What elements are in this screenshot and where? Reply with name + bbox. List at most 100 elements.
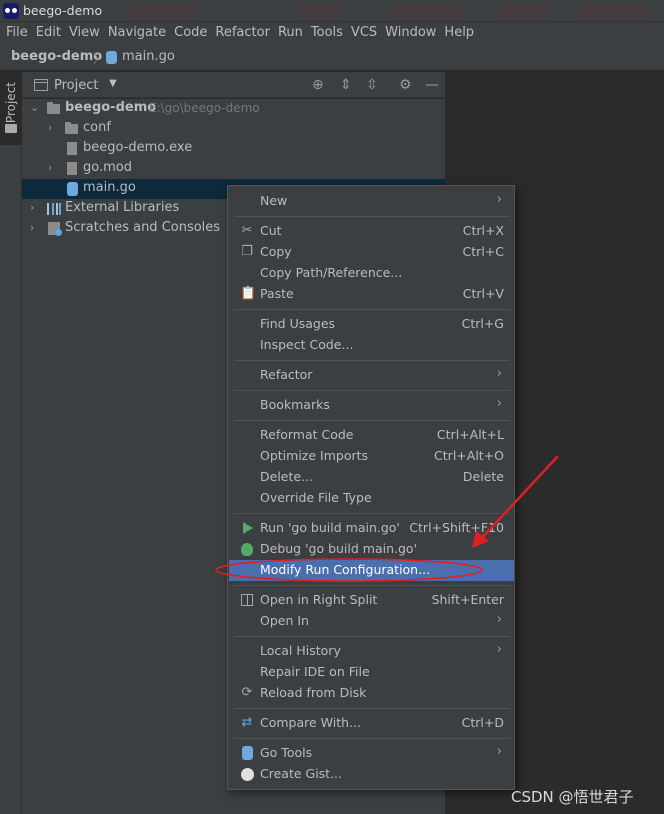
project-tool-tab[interactable]: Project [0, 72, 22, 145]
menu-help[interactable]: Help [440, 22, 478, 44]
project-tool-label: Project [4, 82, 18, 124]
breadcrumb-separator: 〉 [93, 52, 107, 67]
menu-code[interactable]: Code [170, 22, 211, 44]
folder-icon [47, 102, 60, 114]
menu-item-override-file-type[interactable]: Override File Type [229, 488, 514, 509]
menu-item-local-history[interactable]: Local History › [229, 641, 514, 662]
menu-item-shortcut: Ctrl+X [462, 223, 504, 238]
breadcrumb-project[interactable]: beego-demo [11, 49, 102, 64]
breadcrumb-file[interactable]: main.go [122, 49, 175, 64]
menu-separator [234, 513, 510, 514]
menu-item-repair-ide[interactable]: Repair IDE on File [229, 662, 514, 683]
menu-item-label: Reload from Disk [260, 685, 367, 700]
menu-item-copy[interactable]: ❐ Copy Ctrl+C [229, 242, 514, 263]
menu-item-label: Open In [260, 613, 309, 628]
libraries-icon [47, 203, 61, 215]
blurred-tab [580, 3, 650, 19]
submenu-arrow-icon: › [496, 642, 502, 657]
gopher-icon [242, 746, 253, 760]
menu-separator [234, 636, 510, 637]
menu-item-inspect-code[interactable]: Inspect Code... [229, 335, 514, 356]
menu-item-shortcut: Ctrl+Shift+F10 [409, 520, 504, 535]
menu-tools[interactable]: Tools [307, 22, 347, 44]
menu-item-reformat-code[interactable]: Reformat Code Ctrl+Alt+L [229, 425, 514, 446]
reload-icon: ⟳ [241, 685, 253, 700]
tree-label: beego-demo [65, 100, 157, 115]
menu-item-label: Refactor [260, 367, 313, 382]
panel-title[interactable]: Project [54, 78, 98, 93]
menu-item-bookmarks[interactable]: Bookmarks › [229, 395, 514, 416]
tree-item-beego-demo-exe[interactable]: beego-demo.exe [22, 139, 445, 159]
tree-item-conf[interactable]: › conf [22, 119, 445, 139]
menu-view[interactable]: View [65, 22, 104, 44]
menu-item-find-usages[interactable]: Find Usages Ctrl+G [229, 314, 514, 335]
menu-item-go-tools[interactable]: Go Tools › [229, 743, 514, 764]
menu-item-label: Paste [260, 286, 294, 301]
folder-icon [5, 124, 17, 133]
menu-window[interactable]: Window [381, 22, 440, 44]
menu-navigate[interactable]: Navigate [104, 22, 170, 44]
menu-item-modify-run-configuration[interactable]: Modify Run Configuration... [229, 560, 514, 581]
tree-label: External Libraries [65, 200, 180, 215]
menu-item-label: Inspect Code... [260, 337, 354, 352]
folder-icon [65, 122, 78, 134]
copy-icon: ❐ [241, 244, 253, 259]
menu-item-label: Reformat Code [260, 427, 354, 442]
locate-icon[interactable]: ⊕ [312, 77, 324, 93]
menu-item-compare-with[interactable]: ⇄ Compare With... Ctrl+D [229, 713, 514, 734]
blurred-tab [500, 3, 550, 19]
tree-label: Scratches and Consoles [65, 220, 221, 235]
window-title: beego-demo [23, 3, 103, 18]
menu-item-optimize-imports[interactable]: Optimize Imports Ctrl+Alt+O [229, 446, 514, 467]
expand-all-icon[interactable]: ⇕ [340, 77, 352, 93]
dropdown-caret-icon[interactable]: ▼ [109, 78, 117, 89]
menu-item-label: Override File Type [260, 490, 372, 505]
chevron-right-icon[interactable]: › [30, 201, 34, 214]
file-icon [67, 162, 77, 175]
menu-item-copy-path[interactable]: Copy Path/Reference... [229, 263, 514, 284]
tree-item-go-mod[interactable]: › go.mod [22, 159, 445, 179]
chevron-right-icon[interactable]: › [30, 221, 34, 234]
menu-item-debug[interactable]: Debug 'go build main.go' [229, 539, 514, 560]
submenu-arrow-icon: › [496, 744, 502, 759]
menu-item-paste[interactable]: 📋 Paste Ctrl+V [229, 284, 514, 305]
chevron-right-icon[interactable]: › [48, 121, 52, 134]
menu-item-label: Modify Run Configuration... [260, 562, 431, 577]
debug-icon [241, 543, 253, 556]
menu-item-open-in[interactable]: Open In › [229, 611, 514, 632]
window-icon [34, 79, 48, 91]
menu-item-label: Local History [260, 643, 341, 658]
hide-icon[interactable]: — [425, 77, 439, 93]
menu-separator [234, 585, 510, 586]
collapse-all-icon[interactable]: ⇳ [366, 77, 378, 93]
menu-item-label: Optimize Imports [260, 448, 369, 463]
menu-item-shortcut: Shift+Enter [431, 592, 504, 607]
menu-item-label: Open in Right Split [260, 592, 378, 607]
menu-item-delete[interactable]: Delete... Delete [229, 467, 514, 488]
watermark: CSDN @悟世君子 [511, 788, 634, 806]
menu-item-create-gist[interactable]: Create Gist... [229, 764, 514, 785]
menu-item-run[interactable]: Run 'go build main.go' Ctrl+Shift+F10 [229, 518, 514, 539]
menu-item-new[interactable]: New › [229, 191, 514, 212]
menu-separator [234, 738, 510, 739]
submenu-arrow-icon: › [496, 366, 502, 381]
left-tool-strip: Project [0, 72, 22, 814]
menu-item-cut[interactable]: ✂ Cut Ctrl+X [229, 221, 514, 242]
menu-vcs[interactable]: VCS [347, 22, 381, 44]
tree-label: conf [83, 120, 111, 135]
menu-item-label: Copy [260, 244, 292, 259]
tree-item-beego-demo[interactable]: ⌄ beego-demo E:\go\beego-demo [22, 99, 445, 119]
menu-run[interactable]: Run [274, 22, 307, 44]
menu-edit[interactable]: Edit [32, 22, 65, 44]
chevron-down-icon[interactable]: ⌄ [30, 101, 39, 114]
menu-item-reload-from-disk[interactable]: ⟳ Reload from Disk [229, 683, 514, 704]
menu-file[interactable]: File [2, 22, 32, 44]
menu-item-refactor[interactable]: Refactor › [229, 365, 514, 386]
chevron-right-icon[interactable]: › [48, 161, 52, 174]
menu-item-open-right-split[interactable]: Open in Right Split Shift+Enter [229, 590, 514, 611]
menu-refactor[interactable]: Refactor [211, 22, 274, 44]
paste-icon: 📋 [240, 286, 257, 301]
blurred-tab [390, 3, 460, 19]
run-icon [243, 522, 253, 534]
gear-icon[interactable]: ⚙ [399, 77, 412, 93]
